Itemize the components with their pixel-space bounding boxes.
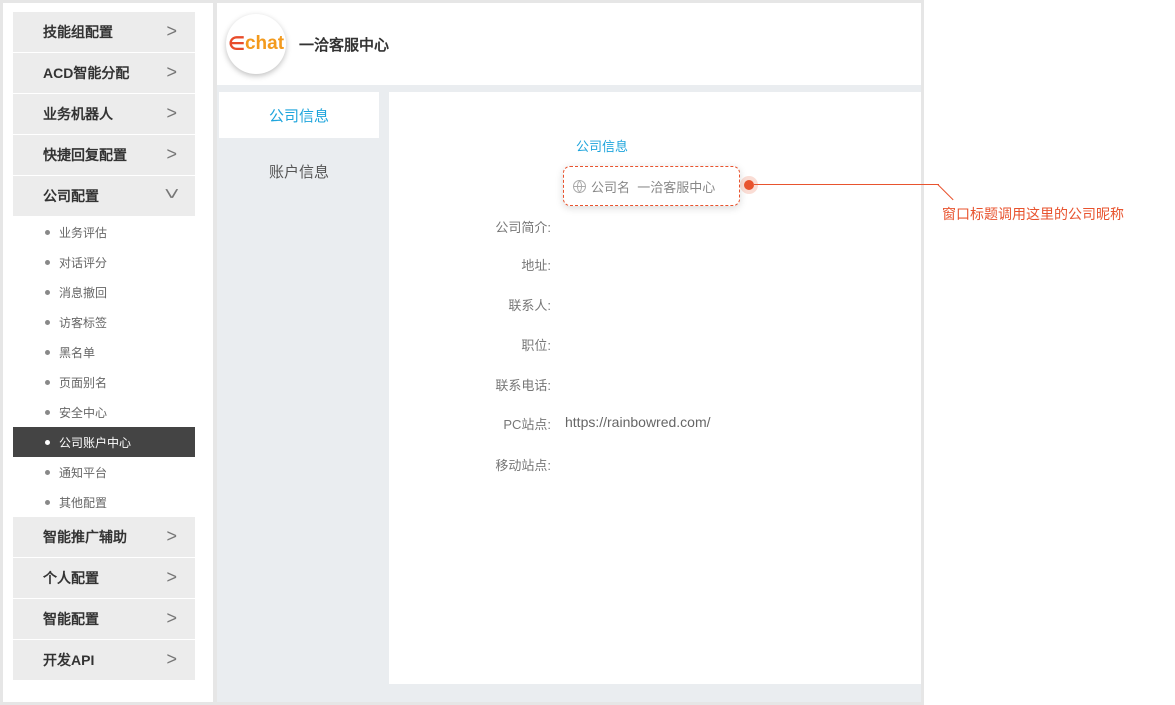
- menu-label: 公司配置: [43, 188, 99, 204]
- field-value: https://rainbowred.com/: [565, 414, 711, 430]
- sub-label: 消息撤回: [59, 285, 108, 300]
- annotation-text: 窗口标题调用这里的公司昵称: [942, 206, 1124, 222]
- bullet-icon: [45, 439, 50, 445]
- annotation-line: [754, 184, 939, 185]
- menu-group-promotion[interactable]: 智能推广辅助 >: [13, 517, 195, 558]
- field-label: 联系电话:: [495, 378, 551, 393]
- bullet-icon: [45, 349, 50, 355]
- header: ∈ chat 一洽客服中心: [217, 3, 921, 85]
- sub-item-notifications[interactable]: 通知平台: [13, 457, 195, 487]
- bullet-icon: [45, 259, 50, 265]
- sub-label: 业务评估: [59, 225, 108, 240]
- sub-item-visitor-tags[interactable]: 访客标签: [13, 307, 195, 337]
- bullet-icon: [45, 469, 50, 475]
- main-panel: ∈ chat 一洽客服中心 公司信息 账户信息 公司信息 公司名 一洽客服中心 公…: [217, 3, 921, 702]
- menu-group-company[interactable]: 公司配置 >: [13, 176, 195, 217]
- menu-label: 技能组配置: [43, 24, 113, 40]
- sub-item-other[interactable]: 其他配置: [13, 487, 195, 517]
- menu-group-personal[interactable]: 个人配置 >: [13, 558, 195, 599]
- menu-label: 智能配置: [43, 611, 99, 627]
- chevron-right-icon: >: [166, 649, 177, 669]
- chevron-down-icon: >: [158, 188, 187, 199]
- sub-label: 安全中心: [59, 405, 108, 420]
- chevron-right-icon: >: [166, 62, 177, 82]
- chevron-right-icon: >: [166, 567, 177, 587]
- field-label: 职位:: [521, 338, 551, 353]
- sub-label: 通知平台: [59, 465, 108, 480]
- bullet-icon: [45, 289, 50, 295]
- field-label: 联系人:: [508, 298, 551, 313]
- app-frame: 技能组配置 > ACD智能分配 > 业务机器人 > 快捷回复配置 > 公司配置 > 业务评…: [0, 0, 924, 705]
- chevron-right-icon: >: [166, 526, 177, 546]
- chevron-right-icon: >: [166, 103, 177, 123]
- sub-label: 公司账户中心: [59, 435, 132, 450]
- menu-group-skill[interactable]: 技能组配置 >: [13, 12, 195, 53]
- tab-company-info[interactable]: 公司信息: [219, 92, 379, 138]
- field-label: 地址:: [521, 258, 551, 273]
- company-logo: ∈ chat: [226, 14, 286, 74]
- chevron-right-icon: >: [166, 144, 177, 164]
- sub-label: 黑名单: [59, 345, 96, 360]
- menu-label: 智能推广辅助: [43, 529, 127, 545]
- logo-text: chat: [244, 33, 285, 54]
- bullet-icon: [45, 409, 50, 415]
- sub-item-security[interactable]: 安全中心: [13, 397, 195, 427]
- sub-label: 访客标签: [59, 315, 108, 330]
- menu-group-robot[interactable]: 业务机器人 >: [13, 94, 195, 135]
- menu-group-acd[interactable]: ACD智能分配 >: [13, 53, 195, 94]
- globe-icon: [573, 179, 586, 193]
- chevron-right-icon: >: [166, 21, 177, 41]
- annotation-line: [937, 184, 954, 201]
- tab-account-info[interactable]: 账户信息: [219, 148, 379, 194]
- menu-group-api[interactable]: 开发API >: [13, 640, 195, 681]
- sub-item-evaluation[interactable]: 业务评估: [13, 217, 195, 247]
- menu-label: 个人配置: [43, 570, 99, 586]
- section-title: 公司信息: [576, 139, 629, 154]
- page-title: 一洽客服中心: [299, 37, 390, 54]
- field-label: 公司简介:: [495, 220, 551, 235]
- sub-label: 其他配置: [59, 495, 108, 510]
- field-label: PC站点:: [503, 417, 551, 432]
- sidebar: 技能组配置 > ACD智能分配 > 业务机器人 > 快捷回复配置 > 公司配置 > 业务评…: [3, 3, 213, 702]
- annotation-dot: [744, 180, 754, 190]
- menu-label: 业务机器人: [43, 106, 113, 122]
- menu-label: 快捷回复配置: [43, 147, 127, 163]
- menu-group-quick-reply[interactable]: 快捷回复配置 >: [13, 135, 195, 176]
- sub-label: 对话评分: [59, 255, 108, 270]
- bullet-icon: [45, 379, 50, 385]
- field-label: 移动站点:: [495, 458, 551, 473]
- menu-label: 开发API: [43, 652, 95, 668]
- bullet-icon: [45, 499, 50, 505]
- bullet-icon: [45, 229, 50, 235]
- sub-item-rating[interactable]: 对话评分: [13, 247, 195, 277]
- company-name-label: 公司名: [591, 179, 631, 195]
- content-area: 公司信息 公司名 一洽客服中心 公司简介: 地址: 联系人: 职位: 联系电话:…: [389, 92, 921, 684]
- bullet-icon: [45, 319, 50, 325]
- chevron-right-icon: >: [166, 608, 177, 628]
- company-name-value: 一洽客服中心: [637, 179, 716, 195]
- menu-group-smart[interactable]: 智能配置 >: [13, 599, 195, 640]
- sub-item-page-alias[interactable]: 页面别名: [13, 367, 195, 397]
- company-name-field: 公司名 一洽客服中心: [563, 166, 740, 206]
- sub-item-recall[interactable]: 消息撤回: [13, 277, 195, 307]
- sidebar-menu: 技能组配置 > ACD智能分配 > 业务机器人 > 快捷回复配置 > 公司配置 > 业务评…: [13, 12, 195, 681]
- menu-label: ACD智能分配: [43, 65, 130, 81]
- sub-item-account-center[interactable]: 公司账户中心: [13, 427, 195, 457]
- sub-label: 页面别名: [59, 375, 108, 390]
- sub-item-blacklist[interactable]: 黑名单: [13, 337, 195, 367]
